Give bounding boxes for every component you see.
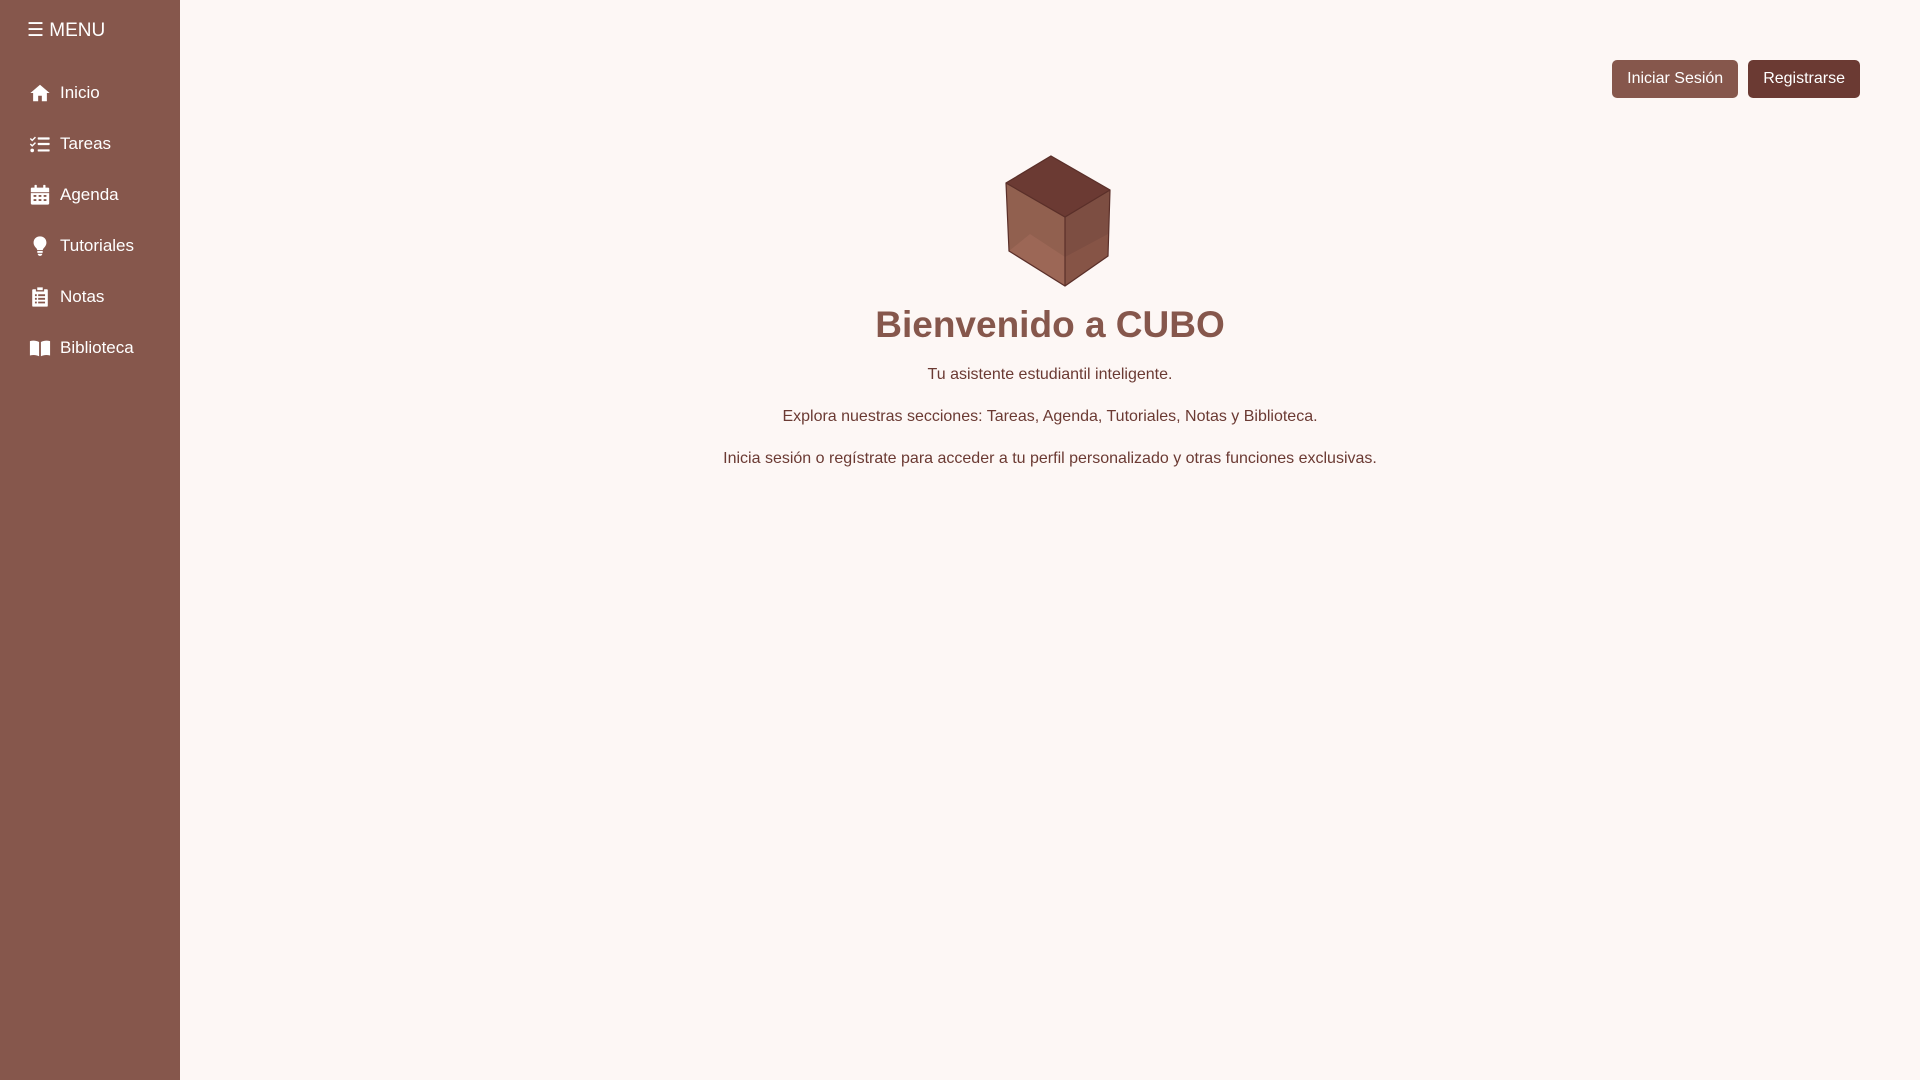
sidebar-item-tutoriales[interactable]: Tutoriales: [0, 220, 180, 271]
sidebar-item-notas[interactable]: Notas: [0, 271, 180, 322]
menu-label: ☰ MENU: [27, 20, 106, 41]
sidebar-item-label: Inicio: [60, 82, 100, 102]
register-button[interactable]: Registrarse: [1748, 60, 1860, 98]
login-button[interactable]: Iniciar Sesión: [1612, 60, 1739, 98]
book-icon: [29, 337, 51, 359]
cube-icon: [1005, 155, 1111, 287]
main-content: Iniciar Sesión Registrarse Bienvenido a …: [180, 0, 1920, 1080]
sidebar-item-label: Tareas: [60, 133, 112, 153]
sidebar-item-tareas[interactable]: Tareas: [0, 118, 180, 169]
sidebar-item-inicio[interactable]: Inicio: [0, 67, 180, 118]
app-window: ☰ MENU Inicio Tareas Agenda Tutoriales N…: [0, 0, 1920, 1080]
menu-toggle-button[interactable]: ☰ MENU: [27, 19, 105, 42]
sidebar: ☰ MENU Inicio Tareas Agenda Tutoriales N…: [0, 0, 180, 1080]
auth-buttons: Iniciar Sesión Registrarse: [1612, 60, 1860, 98]
task-list-icon: [29, 133, 51, 155]
cta-text: Inicia sesión o regístrate para acceder …: [723, 450, 1377, 467]
welcome-section: Bienvenido a CUBO Tu asistente estudiant…: [180, 150, 1920, 469]
sidebar-item-label: Tutoriales: [60, 235, 135, 255]
sidebar-item-label: Notas: [60, 286, 105, 306]
home-icon: [29, 82, 51, 104]
lightbulb-icon: [29, 235, 51, 257]
calendar-icon: [29, 184, 51, 206]
sections-text: Explora nuestras secciones: Tareas, Agen…: [782, 408, 1318, 425]
sidebar-item-agenda[interactable]: Agenda: [0, 169, 180, 220]
sidebar-nav: Inicio Tareas Agenda Tutoriales Notas Bi…: [0, 67, 180, 373]
sidebar-item-label: Biblioteca: [60, 337, 134, 357]
clipboard-icon: [29, 286, 51, 308]
subtitle-text: Tu asistente estudiantil inteligente.: [927, 366, 1173, 383]
page-title: Bienvenido a CUBO: [875, 304, 1225, 345]
sidebar-item-label: Agenda: [60, 184, 119, 204]
sidebar-item-biblioteca[interactable]: Biblioteca: [0, 322, 180, 373]
